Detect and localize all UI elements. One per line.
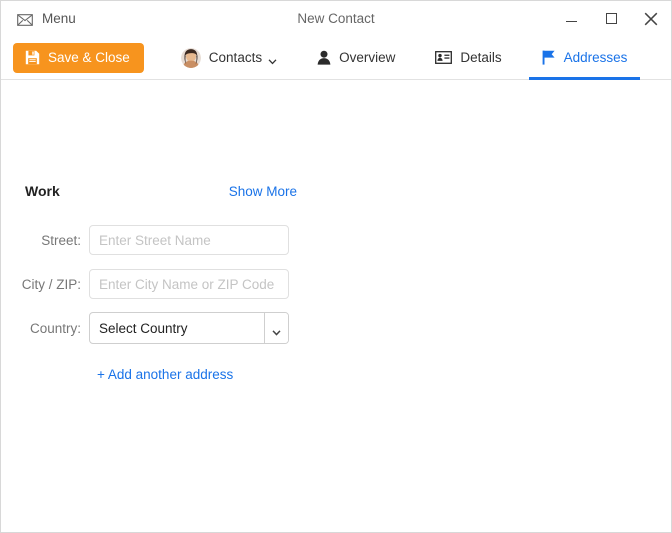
tab-addresses[interactable]: Addresses <box>528 36 641 80</box>
country-select[interactable]: Select Country <box>89 312 289 344</box>
new-contact-window: Menu New Contact Save & Close Contacts O… <box>0 0 672 533</box>
avatar-photo-icon <box>180 47 201 68</box>
close-button[interactable] <box>631 1 671 36</box>
tab-details-label: Details <box>460 50 502 65</box>
country-label: Country: <box>29 320 81 336</box>
add-another-address-link[interactable]: + Add another address <box>97 367 233 382</box>
tab-overview[interactable]: Overview <box>304 36 408 79</box>
floppy-disk-icon <box>25 50 40 65</box>
toolbar: Save & Close Contacts Overview Details A… <box>1 36 671 80</box>
city-zip-input[interactable] <box>89 269 289 299</box>
chevron-down-icon <box>268 53 277 65</box>
menu-button[interactable]: Menu <box>1 1 88 36</box>
window-controls <box>551 1 671 36</box>
country-select-wrapper: Select Country <box>89 312 289 344</box>
flag-icon <box>542 50 556 65</box>
maximize-icon <box>605 13 617 24</box>
save-and-close-button[interactable]: Save & Close <box>13 42 144 73</box>
work-section-header: Work Show More <box>25 183 297 199</box>
country-field-row: Country: Select Country <box>1 312 289 344</box>
tab-contacts[interactable]: Contacts <box>168 36 290 79</box>
section-title: Work <box>25 183 60 199</box>
menu-label: Menu <box>42 11 76 26</box>
id-card-icon <box>435 51 453 64</box>
tab-overview-label: Overview <box>339 50 396 65</box>
show-more-link[interactable]: Show More <box>229 184 297 199</box>
street-label: Street: <box>41 232 81 248</box>
minimize-button[interactable] <box>551 1 591 36</box>
street-field-row: Street: <box>1 225 289 255</box>
tab-addresses-label: Addresses <box>563 50 628 65</box>
tab-contacts-label: Contacts <box>208 50 263 65</box>
person-icon <box>317 50 331 65</box>
addresses-form: Work Show More Street: City / ZIP: Count… <box>1 80 671 532</box>
minimize-icon <box>565 21 577 22</box>
maximize-button[interactable] <box>591 1 631 36</box>
tab-details[interactable]: Details <box>422 36 514 79</box>
city-zip-field-row: City / ZIP: <box>1 269 289 299</box>
title-bar: Menu New Contact <box>1 1 671 36</box>
city-zip-label: City / ZIP: <box>21 276 81 292</box>
close-icon <box>644 12 658 26</box>
street-input[interactable] <box>89 225 289 255</box>
save-and-close-label: Save & Close <box>48 50 130 65</box>
envelope-icon <box>17 13 33 26</box>
